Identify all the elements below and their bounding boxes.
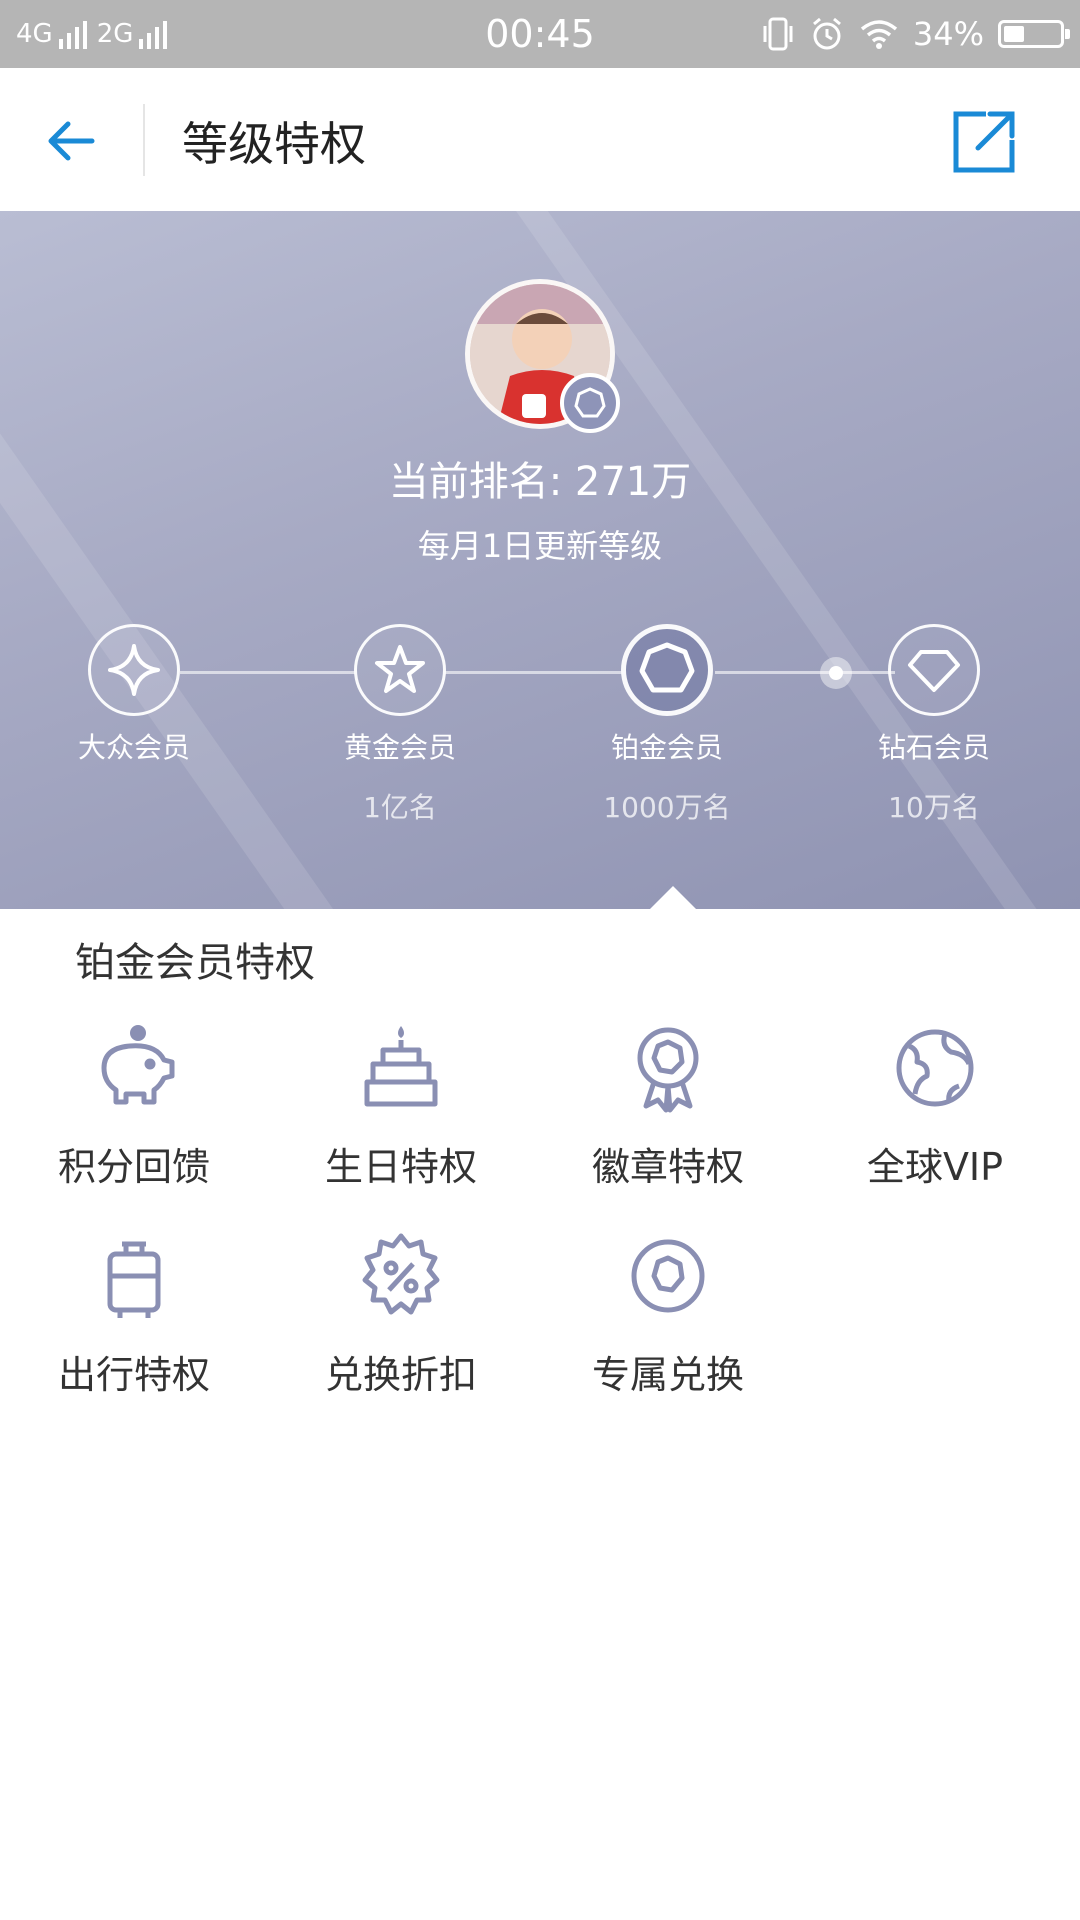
privilege-discount[interactable]: 兑换折扣 xyxy=(286,1228,516,1399)
app-header: 等级特权 xyxy=(0,68,1080,211)
level-name: 黄金会员 xyxy=(343,731,456,764)
level-platinum[interactable]: 铂金会员 1000万名 xyxy=(567,624,767,826)
share-external-icon xyxy=(953,111,1015,173)
privilege-exclusive[interactable]: 专属兑换 xyxy=(553,1228,783,1399)
share-button[interactable] xyxy=(948,106,1020,178)
status-right: 34% xyxy=(761,12,1070,56)
alarm-icon xyxy=(812,17,841,50)
privilege-label: 全球VIP xyxy=(866,1145,1004,1189)
level-name: 钻石会员 xyxy=(877,731,990,764)
back-button[interactable] xyxy=(40,108,106,174)
privilege-label: 兑换折扣 xyxy=(324,1353,477,1397)
privilege-points[interactable]: 积分回馈 xyxy=(19,1020,249,1191)
diamond-icon xyxy=(888,624,980,716)
privilege-travel[interactable]: 出行特权 xyxy=(19,1228,249,1399)
privilege-label: 生日特权 xyxy=(324,1145,477,1189)
luggage-icon xyxy=(107,1241,161,1318)
exclusive-badge-icon xyxy=(631,1239,705,1313)
star-icon xyxy=(354,624,446,716)
level-diamond[interactable]: 钻石会员 10万名 xyxy=(834,624,1034,826)
level-hero: 当前排名: 271万 每月1日更新等级 大众会员 黄金会员 1亿名 铂金会员 1… xyxy=(0,211,1080,909)
battery-percent: 34% xyxy=(912,15,984,53)
level-count: 1000万名 xyxy=(603,791,731,824)
cake-icon xyxy=(364,1026,438,1107)
percent-badge-icon xyxy=(362,1233,440,1315)
privilege-global-vip[interactable]: 全球VIP xyxy=(820,1020,1050,1191)
level-name: 铂金会员 xyxy=(610,731,723,764)
vibrate-icon xyxy=(763,17,793,51)
badge-icon xyxy=(637,1027,699,1113)
arrow-left-icon xyxy=(48,121,95,161)
level-gold[interactable]: 黄金会员 1亿名 xyxy=(300,624,500,826)
member-badge-icon xyxy=(560,373,620,433)
globe-icon xyxy=(896,1029,974,1107)
level-mass[interactable]: 大众会员 xyxy=(34,624,234,786)
privilege-label: 徽章特权 xyxy=(591,1145,744,1189)
privilege-birthday[interactable]: 生日特权 xyxy=(286,1020,516,1191)
privileges-title: 铂金会员特权 xyxy=(75,940,315,986)
sparkle-icon xyxy=(88,624,180,716)
selected-level-pointer xyxy=(650,886,696,909)
privilege-label: 专属兑换 xyxy=(591,1353,744,1397)
level-count: 10万名 xyxy=(888,791,980,824)
page-title: 等级特权 xyxy=(182,117,366,171)
heptagon-icon xyxy=(621,624,713,716)
header-divider xyxy=(143,104,145,176)
privilege-label: 积分回馈 xyxy=(57,1145,210,1189)
wifi-icon xyxy=(860,20,897,49)
piggy-bank-icon xyxy=(101,1025,175,1105)
status-bar: 4G 2G 00:45 34% xyxy=(0,0,1080,68)
current-rank: 当前排名: 271万 xyxy=(388,459,692,505)
update-note: 每月1日更新等级 xyxy=(417,527,663,565)
privilege-badge[interactable]: 徽章特权 xyxy=(553,1020,783,1191)
battery-icon xyxy=(998,20,1070,48)
level-count: 1亿名 xyxy=(363,791,437,824)
privilege-label: 出行特权 xyxy=(57,1353,210,1397)
level-name: 大众会员 xyxy=(77,731,190,764)
